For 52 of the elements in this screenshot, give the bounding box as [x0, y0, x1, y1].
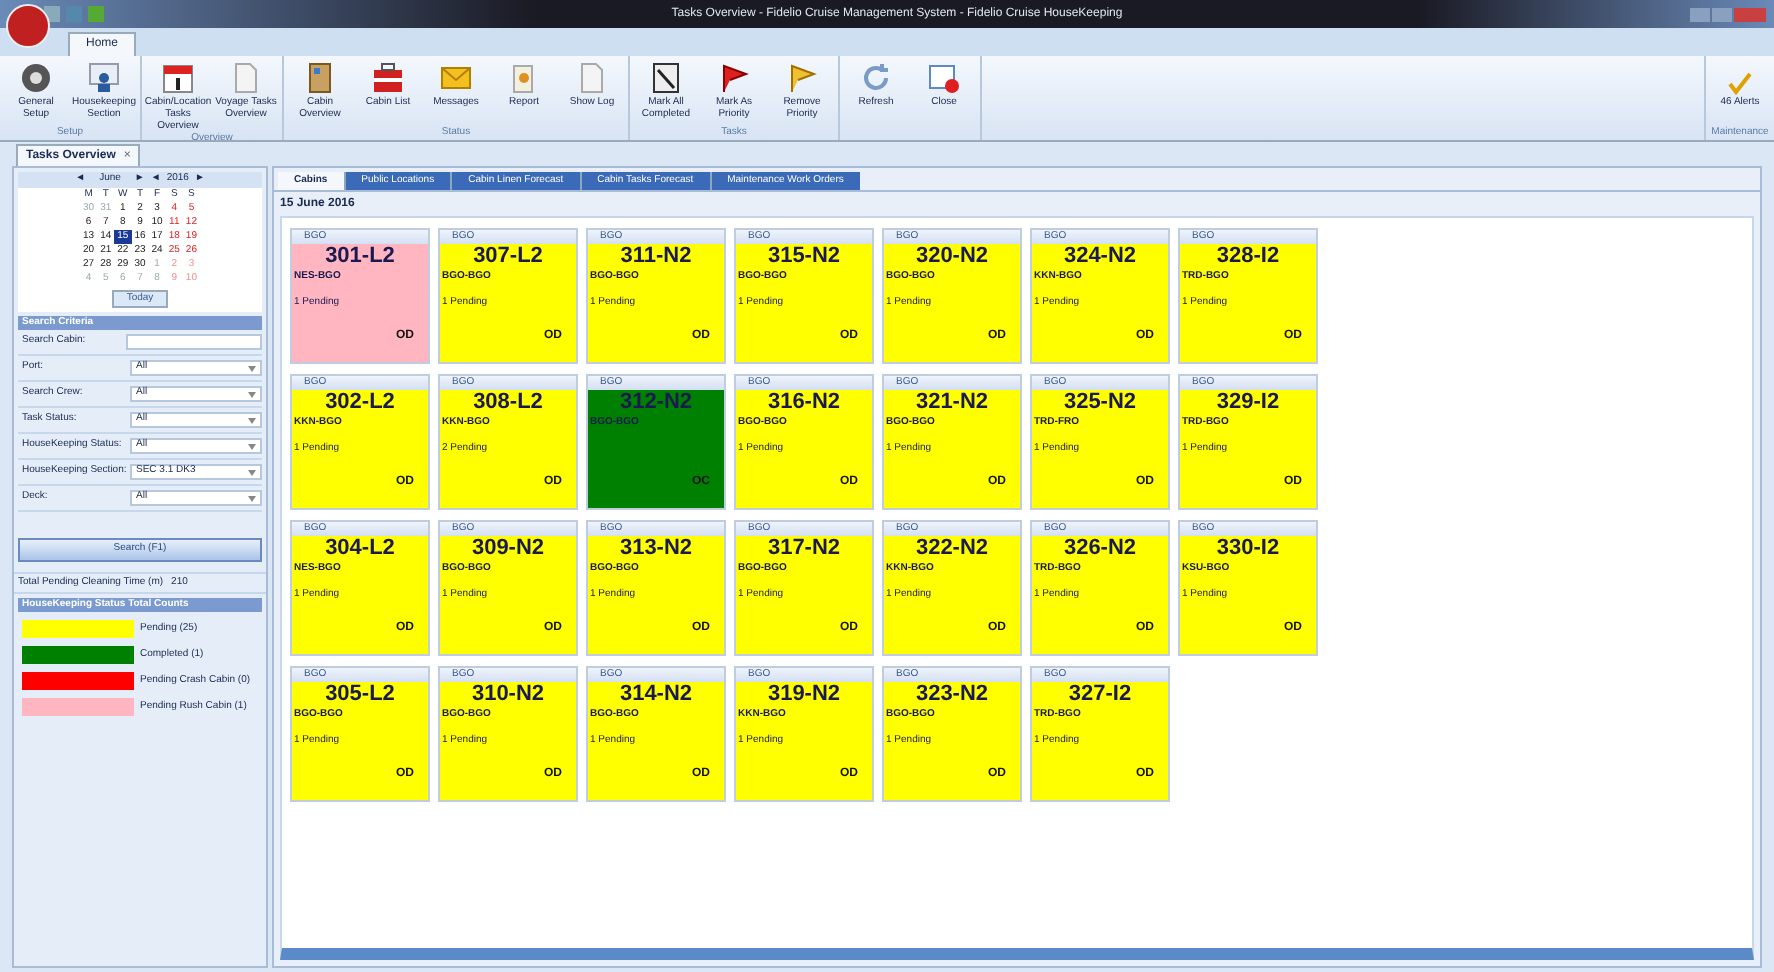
cabin-number: 308-L2 — [471, 390, 545, 416]
minimize-icon[interactable] — [1690, 7, 1710, 21]
cabin-number: 309-N2 — [469, 536, 547, 562]
door-icon — [304, 62, 336, 94]
toolbar-icon[interactable] — [88, 6, 104, 22]
calendar-icon — [162, 62, 194, 94]
search-cabin-field[interactable] — [126, 334, 262, 350]
dropdown-arrow-icon — [248, 391, 256, 397]
document-icon — [576, 62, 608, 94]
cabin-number: 314-N2 — [617, 682, 695, 708]
cabin-number: 330-I2 — [1214, 536, 1282, 562]
envelope-icon — [440, 62, 472, 94]
gear-icon — [20, 62, 52, 94]
cabin-number: 323-N2 — [913, 682, 991, 708]
refresh-icon — [860, 62, 892, 94]
cabin-number: 305-L2 — [323, 682, 397, 708]
cabin-number: 315-N2 — [765, 244, 843, 270]
dropdown-arrow-icon — [248, 469, 256, 475]
checklist-icon — [650, 62, 682, 94]
cabin-number: 301-L2 — [323, 244, 397, 270]
cabin-number: 324-N2 — [1061, 244, 1139, 270]
cabin-number: 307-L2 — [471, 244, 545, 270]
cabin-number: 310-N2 — [469, 682, 547, 708]
dropdown-arrow-icon — [248, 443, 256, 449]
suitcase-icon — [372, 62, 404, 94]
cabin-number: 322-N2 — [913, 536, 991, 562]
cabin-number: 302-L2 — [323, 390, 397, 416]
checkmark-icon — [1728, 71, 1752, 96]
close-icon[interactable] — [1734, 7, 1766, 21]
dropdown-arrow-icon — [248, 365, 256, 371]
dropdown-arrow-icon — [248, 417, 256, 423]
cabin-number: 329-I2 — [1214, 390, 1282, 416]
cabin-number: 317-N2 — [765, 536, 843, 562]
cabin-number: 316-N2 — [765, 390, 843, 416]
cabin-number: 325-N2 — [1061, 390, 1139, 416]
maximize-icon[interactable] — [1712, 7, 1732, 21]
cabin-number: 321-N2 — [913, 390, 991, 416]
cabin-number: 326-N2 — [1061, 536, 1139, 562]
cabin-number: 313-N2 — [617, 536, 695, 562]
cabin-number: 304-L2 — [323, 536, 397, 562]
cabin-number: 320-N2 — [913, 244, 991, 270]
flag-icon — [786, 62, 818, 94]
cabin-number: 327-I2 — [1066, 682, 1134, 708]
cabin-number: 319-N2 — [765, 682, 843, 708]
flag-icon — [718, 62, 750, 94]
document-icon — [230, 62, 262, 94]
dropdown-arrow-icon — [248, 495, 256, 501]
close-icon — [928, 62, 960, 94]
cabin-number: 312-N2 — [617, 390, 695, 416]
person-icon — [88, 62, 120, 94]
cabin-number: 311-N2 — [618, 244, 694, 270]
cabin-number: 328-I2 — [1214, 244, 1282, 270]
